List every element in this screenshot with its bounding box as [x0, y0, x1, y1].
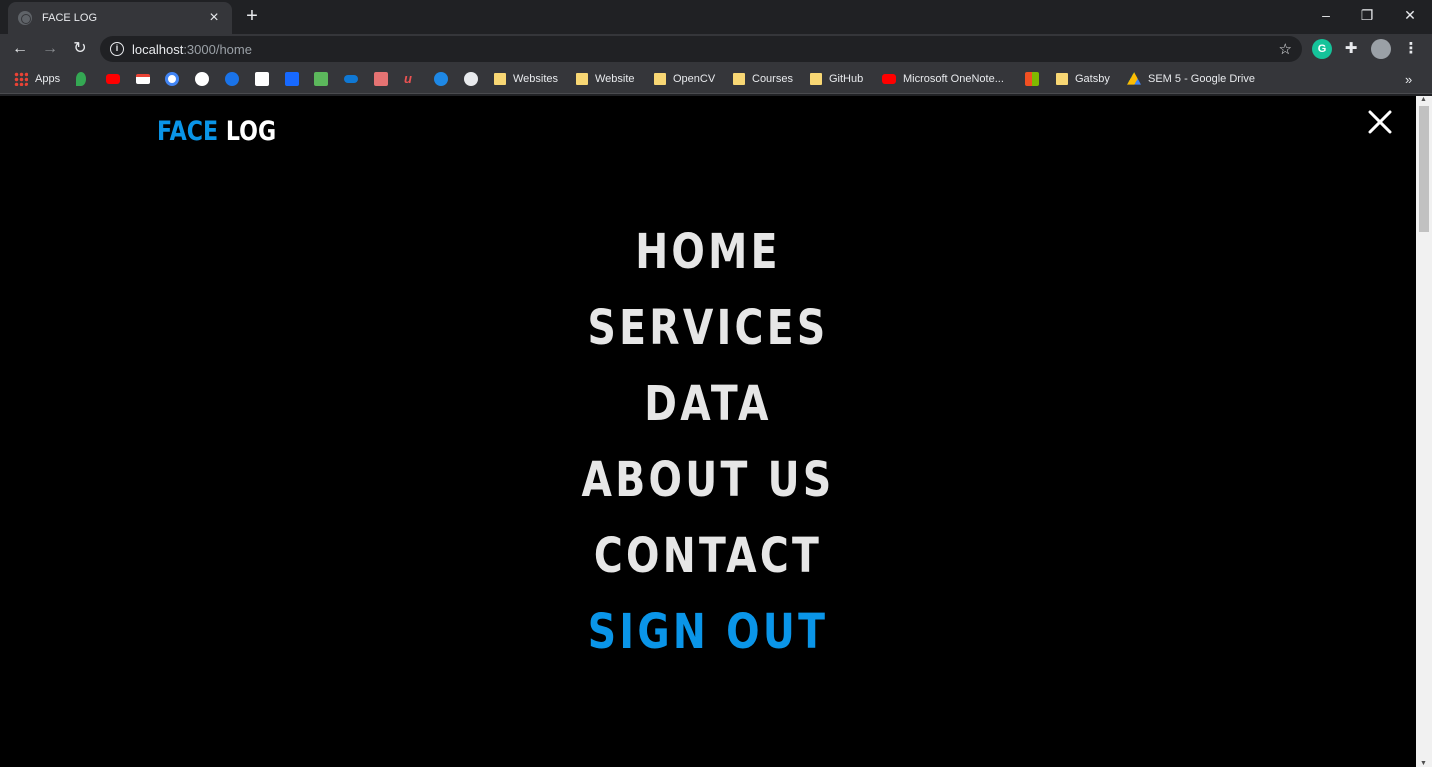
bookmark-apps[interactable]: Apps	[14, 71, 60, 87]
tab-title: FACE LOG	[42, 12, 98, 24]
nav-data-link[interactable]: DATA	[127, 373, 1288, 449]
bookmark-onedrive[interactable]	[344, 71, 358, 87]
folder-icon	[654, 73, 666, 85]
profile-avatar[interactable]	[1371, 39, 1391, 59]
green-app-icon	[314, 72, 328, 86]
logo-face-text: FACE	[157, 116, 219, 147]
bookmarks-bar: Apps u Websites Website OpenCV Courses G…	[0, 64, 1432, 94]
site-logo[interactable]: FACE LOG	[157, 116, 276, 147]
more-bookmarks-button[interactable]: »	[1405, 71, 1412, 87]
main-nav-menu: HOME SERVICES DATA ABOUT US CONTACT SIGN…	[0, 221, 1416, 677]
tab-strip: FACE LOG × + – ❐ ✕	[0, 0, 1432, 34]
folder-icon	[733, 73, 745, 85]
sign-out-link[interactable]: SIGN OUT	[127, 601, 1288, 677]
bookmark-globe[interactable]	[464, 71, 478, 87]
site-info-icon[interactable]: i	[110, 42, 124, 56]
restore-button[interactable]: ❐	[1352, 4, 1382, 26]
apps-grid-icon	[14, 72, 28, 86]
url-host: localhost	[132, 41, 184, 57]
bookmark-microsoft[interactable]	[1025, 71, 1039, 87]
folder-icon	[576, 73, 588, 85]
onedrive-icon	[344, 75, 358, 83]
bookmark-pocket[interactable]	[255, 71, 269, 87]
globe-icon	[18, 11, 32, 25]
bookmark-green-app[interactable]	[314, 71, 328, 87]
url-path: :3000/home	[183, 41, 252, 57]
nav-about-us-link[interactable]: ABOUT US	[127, 449, 1288, 525]
bookmark-folder-github[interactable]: GitHub	[810, 71, 863, 87]
menu-kebab-icon[interactable]: ⋮	[1401, 39, 1421, 59]
scrollbar-thumb[interactable]	[1419, 106, 1429, 232]
reload-button[interactable]: ↻	[69, 38, 91, 60]
folder-icon	[494, 73, 506, 85]
gmail-icon	[136, 74, 150, 84]
close-window-button[interactable]: ✕	[1395, 4, 1425, 26]
bookmark-folder-gatsby[interactable]: Gatsby	[1056, 71, 1110, 87]
bookmark-folder-website[interactable]: Website	[576, 71, 635, 87]
folder-icon	[810, 73, 822, 85]
bookmark-youtube[interactable]	[106, 71, 120, 87]
browser-tab[interactable]: FACE LOG ×	[8, 2, 232, 34]
bookmark-folder-opencv[interactable]: OpenCV	[654, 71, 715, 87]
bookmark-play[interactable]	[434, 71, 448, 87]
play-icon	[434, 72, 448, 86]
nav-services-link[interactable]: SERVICES	[127, 297, 1288, 373]
behance-icon	[285, 72, 299, 86]
extensions-icon[interactable]: ✚	[1341, 39, 1361, 59]
forward-button[interactable]: →	[39, 38, 61, 60]
logo-log-text: LOG	[225, 116, 277, 147]
bookmark-onenote[interactable]: Microsoft OneNote...	[882, 71, 1004, 87]
reddit-icon	[225, 72, 239, 86]
nav-contact-link[interactable]: CONTACT	[127, 525, 1288, 601]
overlay-menu-page: FACE LOG HOME SERVICES DATA ABOUT US CON…	[0, 96, 1416, 767]
bookmark-behance[interactable]	[285, 71, 299, 87]
bookmark-box[interactable]	[374, 71, 388, 87]
bookmark-reddit[interactable]	[225, 71, 239, 87]
scroll-down-arrow-icon[interactable]: ▼	[1420, 760, 1427, 767]
google-maps-icon	[76, 72, 86, 86]
box-icon	[374, 72, 388, 86]
nav-home-link[interactable]: HOME	[127, 221, 1288, 297]
bookmark-udemy[interactable]: u	[404, 71, 418, 87]
browser-chrome: FACE LOG × + – ❐ ✕ ← → ↻ i localhost :30…	[0, 0, 1432, 96]
bookmark-google-drive[interactable]: SEM 5 - Google Drive	[1127, 71, 1255, 87]
bookmark-github[interactable]	[195, 71, 209, 87]
github-icon	[195, 72, 209, 86]
grammarly-icon[interactable]: G	[1312, 39, 1332, 59]
close-tab-icon[interactable]: ×	[206, 10, 222, 26]
bookmark-folder-courses[interactable]: Courses	[733, 71, 793, 87]
bookmark-maps[interactable]	[76, 71, 86, 87]
bookmark-google[interactable]	[165, 71, 179, 87]
google-drive-icon	[1127, 72, 1141, 85]
page-scrollbar[interactable]: ▲ ▼	[1416, 96, 1432, 767]
bookmark-folder-websites[interactable]: Websites	[494, 71, 558, 87]
browser-toolbar: ← → ↻ i localhost :3000/home ☆ G ✚ ⋮	[0, 34, 1432, 64]
udemy-icon: u	[404, 71, 412, 86]
back-button[interactable]: ←	[9, 38, 31, 60]
google-icon	[165, 72, 179, 86]
folder-icon	[1056, 73, 1068, 85]
microsoft-icon	[1025, 72, 1039, 86]
minimize-button[interactable]: –	[1311, 4, 1341, 26]
youtube-icon	[882, 74, 896, 84]
globe-icon	[464, 72, 478, 86]
bookmark-gmail[interactable]	[136, 71, 150, 87]
pocket-icon	[255, 72, 269, 86]
scroll-up-arrow-icon[interactable]: ▲	[1420, 96, 1427, 103]
new-tab-button[interactable]: +	[242, 6, 262, 26]
bookmark-star-icon[interactable]: ☆	[1279, 40, 1292, 58]
address-bar[interactable]: i localhost :3000/home ☆	[100, 36, 1302, 62]
youtube-icon	[106, 74, 120, 84]
close-menu-icon[interactable]	[1366, 108, 1394, 136]
